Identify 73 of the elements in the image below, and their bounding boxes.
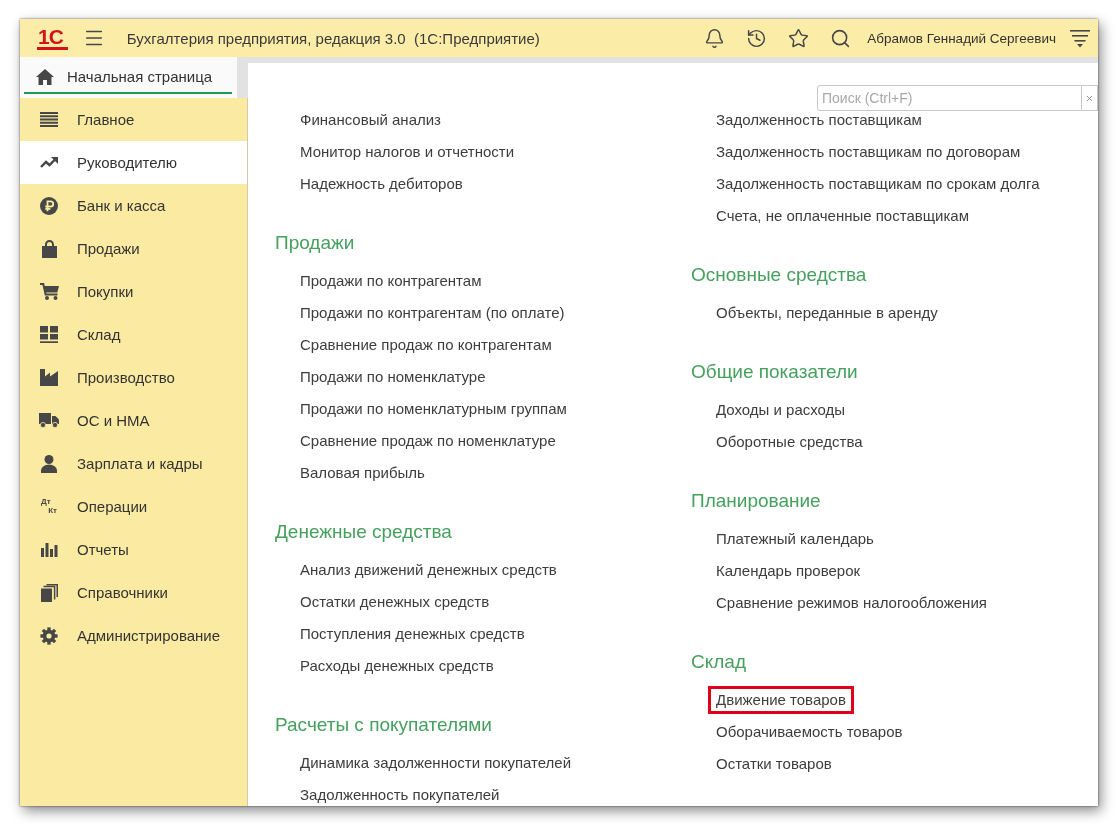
- report-link[interactable]: Календарь проверок: [716, 562, 861, 580]
- sidebar-item[interactable]: Дт Кт Операции: [20, 485, 247, 528]
- section-heading: Планирование: [691, 489, 821, 513]
- report-link[interactable]: Расходы денежных средств: [300, 657, 494, 675]
- bell-icon: [703, 27, 725, 49]
- report-link[interactable]: Сравнение режимов налогообложения: [716, 594, 987, 612]
- report-link[interactable]: Продажи по номенклатуре: [300, 368, 486, 386]
- report-link[interactable]: Задолженность поставщикам: [716, 111, 922, 129]
- sidebar-item[interactable]: Зарплата и кадры: [20, 442, 247, 485]
- report-link[interactable]: Счета, не оплаченные поставщикам: [716, 207, 969, 225]
- sidebar-item[interactable]: Банк и касса: [20, 184, 247, 227]
- trend-up-icon: [40, 157, 58, 168]
- documents-icon: [40, 583, 58, 602]
- report-link[interactable]: Надежность дебиторов: [300, 175, 463, 193]
- report-link[interactable]: Задолженность поставщикам по договорам: [716, 143, 1021, 161]
- section-heading: Склад: [691, 650, 746, 674]
- report-link[interactable]: Доходы и расходы: [716, 401, 846, 419]
- sidebar-item[interactable]: ОС и НМА: [20, 399, 247, 442]
- sidebar-item[interactable]: Покупки: [20, 270, 247, 313]
- sidebar-item[interactable]: Администрирование: [20, 614, 247, 657]
- list-icon: [40, 112, 58, 127]
- sidebar-item[interactable]: Справочники: [20, 571, 247, 614]
- menu-dropdown-icon: [1070, 28, 1090, 48]
- report-link[interactable]: Задолженность покупателей: [300, 786, 500, 804]
- report-link[interactable]: Платежный календарь: [716, 530, 874, 548]
- gear-icon: [40, 626, 58, 645]
- sidebar-item[interactable]: Продажи: [20, 227, 247, 270]
- report-link[interactable]: Остатки денежных средств: [300, 593, 490, 611]
- sidebar-item[interactable]: Отчеты: [20, 528, 247, 571]
- close-icon: [1085, 93, 1094, 103]
- home-icon: [36, 68, 54, 85]
- sidebar-item[interactable]: Главное: [20, 98, 247, 141]
- report-link[interactable]: Оборотные средства: [716, 433, 863, 451]
- report-link[interactable]: Анализ движений денежных средств: [300, 561, 557, 579]
- window-title: Бухгалтерия предприятия, редакция 3.0 (1С:Предприятие): [126, 29, 540, 47]
- report-link[interactable]: Монитор налогов и отчетности: [300, 143, 515, 161]
- report-link[interactable]: Остатки товаров: [716, 755, 832, 773]
- report-link[interactable]: Продажи по номенклатурным группам: [300, 400, 567, 418]
- section-heading: Продажи: [275, 231, 355, 255]
- debit-credit-icon: Дт Кт: [41, 498, 57, 515]
- user-name: Абрамов Геннадий Сергеевич: [867, 30, 1056, 46]
- person-icon: [41, 454, 57, 473]
- section-heading: Денежные средства: [275, 520, 452, 544]
- section-heading: Расчеты с покупателями: [275, 713, 492, 737]
- report-link[interactable]: Сравнение продаж по номенклатуре: [300, 432, 556, 450]
- star-icon: [787, 27, 809, 49]
- factory-icon: [40, 369, 58, 386]
- report-link[interactable]: Движение товаров: [716, 691, 846, 709]
- report-link[interactable]: Продажи по контрагентам (по оплате): [300, 304, 565, 322]
- sidebar-item[interactable]: Руководителю: [20, 141, 247, 184]
- bar-chart-icon: [40, 542, 58, 557]
- report-link[interactable]: Оборачиваемость товаров: [716, 723, 903, 741]
- report-link[interactable]: Продажи по контрагентам: [300, 272, 482, 290]
- pallet-icon: [40, 326, 58, 343]
- search-icon: [829, 27, 851, 49]
- section-heading: Основные средства: [691, 263, 867, 287]
- ruble-coin-icon: [40, 196, 58, 215]
- truck-icon: [39, 413, 59, 428]
- search-field[interactable]: Поиск (Ctrl+F): [817, 85, 1082, 111]
- report-link[interactable]: Финансовый анализ: [300, 111, 441, 129]
- shopping-bag-icon: [41, 239, 57, 258]
- section-heading: Общие показатели: [691, 360, 858, 384]
- report-link[interactable]: Поступления денежных средств: [300, 625, 525, 643]
- report-link[interactable]: Сравнение продаж по контрагентам: [300, 336, 552, 354]
- report-link[interactable]: Задолженность поставщикам по срокам долга: [716, 175, 1040, 193]
- sidebar-item[interactable]: Производство: [20, 356, 247, 399]
- app-logo: 1С: [37, 26, 68, 50]
- history-icon: [745, 27, 767, 49]
- report-link[interactable]: Валовая прибыль: [300, 464, 425, 482]
- cart-icon: [39, 283, 59, 300]
- report-link[interactable]: Динамика задолженности покупателей: [300, 754, 572, 772]
- sidebar-item[interactable]: Склад: [20, 313, 247, 356]
- report-link[interactable]: Объекты, переданные в аренду: [716, 304, 938, 322]
